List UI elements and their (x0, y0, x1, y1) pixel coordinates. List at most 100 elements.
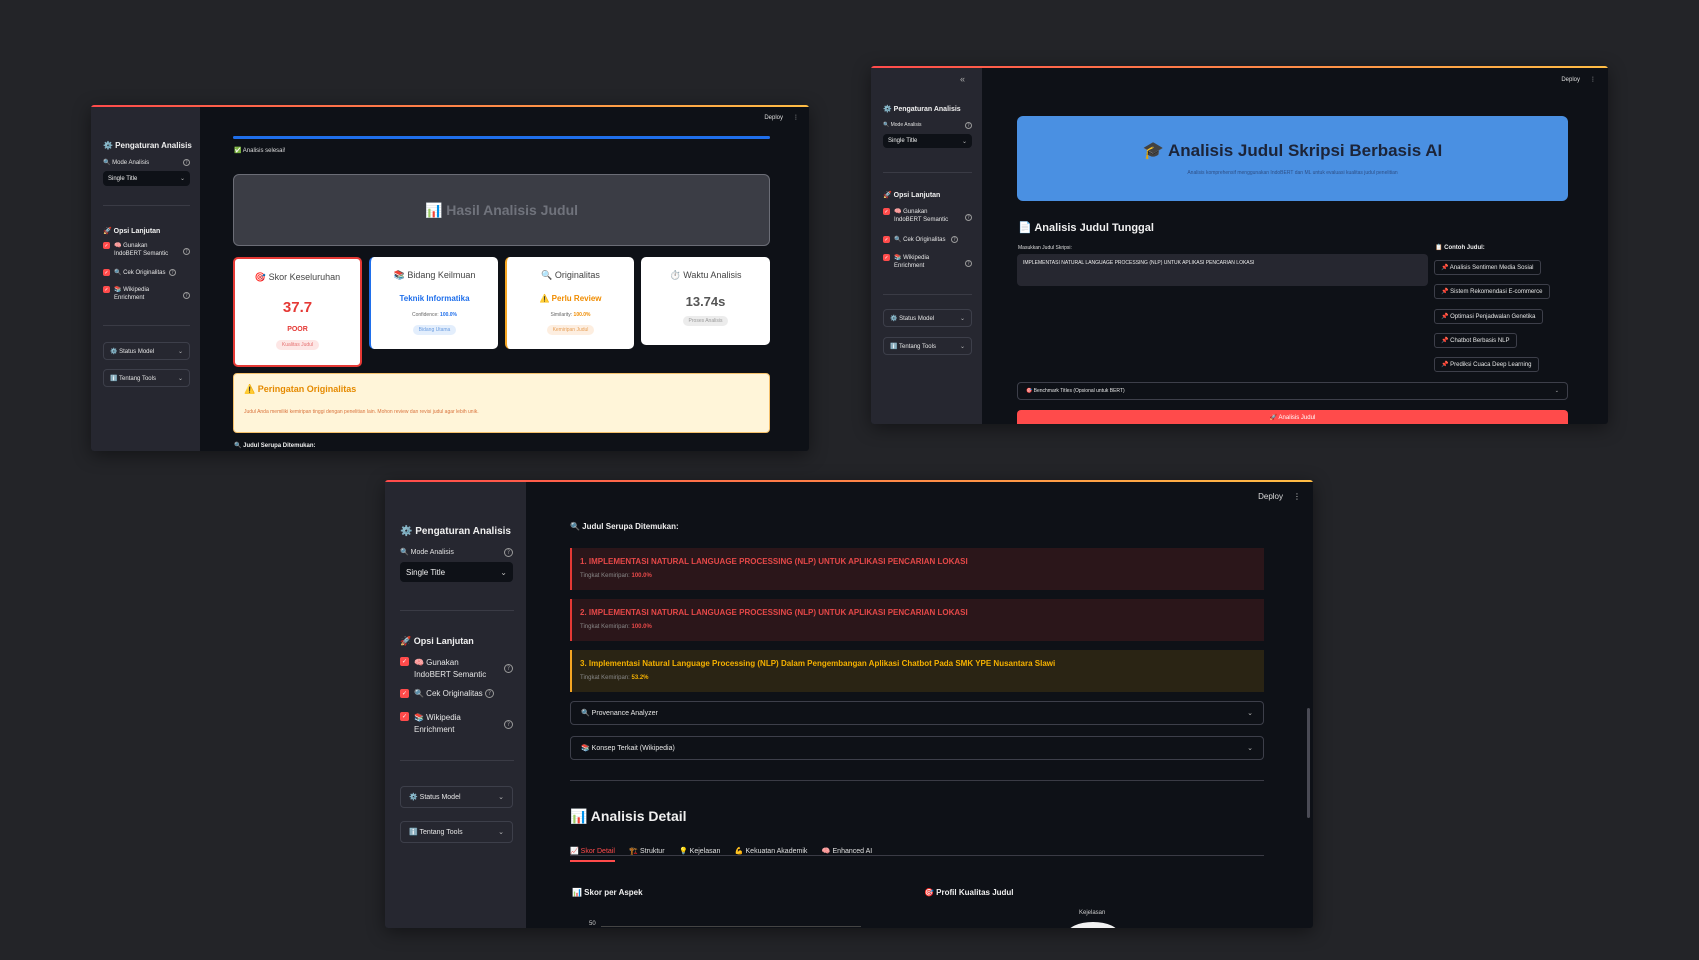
done-message: ✅ Analisis selesai! (234, 148, 286, 154)
title-input[interactable]: IMPLEMENTASI NATURAL LANGUAGE PROCESSING… (1017, 254, 1428, 286)
mode-help-icon[interactable]: ? (183, 159, 190, 166)
checkbox-indobert[interactable]: ✓ 🧠 Gunakan IndoBERT Semantic (883, 208, 963, 225)
originality-help-icon[interactable]: ? (485, 689, 494, 698)
benchmark-expander[interactable]: 🎯 Benchmark Titles (Opsional untuk BERT)… (1017, 382, 1568, 400)
checkbox-wikipedia[interactable]: ✓ 📚 Wikipedia Enrichment (400, 712, 490, 737)
topbar: Deploy ⋮ (764, 114, 799, 122)
warning-title: ⚠️ Peringatan Originalitas (244, 384, 357, 394)
warning-text: Judul Anda memiliki kemiripan tinggi den… (244, 409, 479, 415)
options-title: 🚀 Opsi Lanjutan (103, 228, 161, 235)
checkbox-checked-icon: ✓ (883, 254, 890, 261)
checkbox-indobert[interactable]: ✓ 🧠 Gunakan IndoBERT Semantic (103, 242, 189, 259)
chevron-down-icon: ⌄ (498, 793, 504, 801)
tab-skor-detail[interactable]: 📈 Skor Detail (570, 847, 615, 862)
time-tag: Proses Analisis (682, 316, 729, 326)
indobert-help-icon[interactable]: ? (183, 248, 190, 255)
example-button-5[interactable]: 📌 Prediksi Cuaca Deep Learning (1434, 357, 1539, 372)
quality-profile-title: 🎯 Profil Kualitas Judul (924, 888, 1014, 897)
chevron-down-icon: ⌄ (961, 137, 967, 145)
hero-title: 🎓 Analisis Judul Skripsi Berbasis AI (1142, 141, 1443, 160)
chevron-down-icon: ⌄ (959, 342, 965, 350)
hero-banner: 🎓 Analisis Judul Skripsi Berbasis AI Ana… (1017, 116, 1568, 201)
scrollbar[interactable] (1307, 708, 1310, 818)
originality-help-icon[interactable]: ? (951, 236, 958, 243)
chevron-down-icon: ⌄ (177, 347, 183, 355)
indobert-help-icon[interactable]: ? (504, 664, 513, 673)
tab-kejelasan[interactable]: 💡 Kejelasan (679, 847, 720, 855)
chevron-down-icon: ⌄ (179, 175, 185, 182)
score-grade: POOR (287, 326, 308, 333)
deploy-button[interactable]: Deploy (1561, 77, 1580, 83)
wikipedia-help-icon[interactable]: ? (183, 292, 190, 299)
detail-tabs: 📈 Skor Detail 🏗️ Struktur 💡 Kejelasan 💪 … (570, 840, 1264, 862)
tab-kekuatan-akademik[interactable]: 💪 Kekuatan Akademik (735, 847, 808, 855)
about-tools-expander[interactable]: ℹ️ Tentang Tools ⌄ (400, 821, 513, 843)
radar-chart (1067, 922, 1119, 928)
status-model-expander[interactable]: ⚙️ Status Model ⌄ (883, 309, 972, 327)
sidebar: « ⚙️ Pengaturan Analisis 🔍 Mode Analisis… (871, 66, 982, 424)
menu-icon[interactable]: ⋮ (793, 114, 799, 121)
sidebar: ⚙️ Pengaturan Analisis 🔍 Mode Analisis ?… (91, 105, 200, 451)
similar-titles-heading: 🔍 Judul Serupa Ditemukan: (234, 443, 316, 449)
chevron-down-icon: ⌄ (500, 567, 507, 577)
mode-label: 🔍 Mode Analisis (400, 549, 454, 556)
checkbox-originality[interactable]: ✓ 🔍 Cek Originalitas (103, 269, 166, 276)
wikipedia-help-icon[interactable]: ? (504, 720, 513, 729)
originality-help-icon[interactable]: ? (169, 269, 176, 276)
checkbox-originality[interactable]: ✓ 🔍 Cek Originalitas (883, 236, 946, 243)
detail-window: ⚙️ Pengaturan Analisis 🔍 Mode Analisis ?… (385, 480, 1313, 928)
similar-title-item: 2. IMPLEMENTASI NATURAL LANGUAGE PROCESS… (570, 599, 1264, 641)
wikipedia-help-icon[interactable]: ? (965, 260, 972, 267)
field-value: Teknik Informatika (399, 294, 470, 303)
mode-select[interactable]: Single Title ⌄ (883, 134, 972, 148)
status-model-expander[interactable]: ⚙️ Status Model ⌄ (103, 342, 190, 360)
progress-bar (233, 136, 770, 139)
similar-title-item: 1. IMPLEMENTASI NATURAL LANGUAGE PROCESS… (570, 548, 1264, 590)
mode-select[interactable]: Single Title ⌄ (103, 171, 190, 186)
time-card: ⏱️ Waktu Analisis 13.74s Proses Analisis (641, 257, 770, 345)
status-model-expander[interactable]: ⚙️ Status Model ⌄ (400, 786, 513, 808)
checkbox-indobert[interactable]: ✓ 🧠 Gunakan IndoBERT Semantic (400, 657, 500, 682)
aspect-score-title: 📊 Skor per Aspek (572, 888, 643, 897)
analyze-button[interactable]: 🚀 Analisis Judul (1017, 410, 1568, 424)
originality-card: 🔍 Originalitas ⚠️ Perlu Review Similarit… (505, 257, 634, 349)
checkbox-originality[interactable]: ✓ 🔍 Cek Originalitas (400, 689, 483, 698)
menu-icon[interactable]: ⋮ (1293, 492, 1301, 501)
chevron-down-icon: ⌄ (959, 314, 965, 322)
checkbox-wikipedia[interactable]: ✓ 📚 Wikipedia Enrichment (103, 286, 173, 303)
checkbox-checked-icon: ✓ (883, 208, 890, 215)
result-window: ⚙️ Pengaturan Analisis 🔍 Mode Analisis ?… (91, 105, 809, 451)
deploy-button[interactable]: Deploy (1258, 492, 1283, 501)
sidebar-settings-title: ⚙️ Pengaturan Analisis (400, 526, 511, 537)
example-button-3[interactable]: 📌 Optimasi Penjadwalan Genetika (1434, 309, 1543, 324)
example-button-4[interactable]: 📌 Chatbot Berbasis NLP (1434, 333, 1517, 348)
radar-axis-label: Kejelasan (1079, 910, 1106, 916)
provenance-expander[interactable]: 🔍 Provenance Analyzer ⌄ (570, 701, 1264, 725)
options-title: 🚀 Opsi Lanjutan (400, 636, 474, 646)
mode-help-icon[interactable]: ? (504, 548, 513, 557)
mode-help-icon[interactable]: ? (965, 122, 972, 129)
about-tools-expander[interactable]: ℹ️ Tentang Tools ⌄ (103, 369, 190, 387)
chevron-down-icon: ⌄ (177, 374, 183, 382)
menu-icon[interactable]: ⋮ (1590, 76, 1596, 83)
example-button-2[interactable]: 📌 Sistem Rekomendasi E-commerce (1434, 284, 1550, 299)
sidebar-settings-title: ⚙️ Pengaturan Analisis (883, 106, 961, 113)
mode-select[interactable]: Single Title ⌄ (400, 562, 513, 582)
about-tools-expander[interactable]: ℹ️ Tentang Tools ⌄ (883, 337, 972, 355)
checkbox-checked-icon: ✓ (400, 712, 409, 721)
detail-title: 📊 Analisis Detail (570, 808, 687, 824)
concepts-expander[interactable]: 📚 Konsep Terkait (Wikipedia) ⌄ (570, 736, 1264, 760)
tab-struktur[interactable]: 🏗️ Struktur (629, 847, 664, 855)
originality-warning: ⚠️ Peringatan Originalitas Judul Anda me… (233, 373, 770, 433)
chevron-down-icon: ⌄ (1247, 744, 1253, 752)
input-window: « ⚙️ Pengaturan Analisis 🔍 Mode Analisis… (871, 66, 1608, 424)
example-button-1[interactable]: 📌 Analisis Sentimen Media Sosial (1434, 260, 1541, 275)
deploy-button[interactable]: Deploy (764, 115, 783, 121)
indobert-help-icon[interactable]: ? (965, 214, 972, 221)
mode-label: 🔍 Mode Analisis (883, 122, 922, 128)
tab-enhanced-ai[interactable]: 🧠 Enhanced AI (822, 847, 872, 855)
score-value: 37.7 (282, 299, 313, 316)
collapse-sidebar-icon[interactable]: « (960, 74, 965, 84)
checkbox-checked-icon: ✓ (400, 689, 409, 698)
checkbox-wikipedia[interactable]: ✓ 📚 Wikipedia Enrichment (883, 254, 953, 271)
